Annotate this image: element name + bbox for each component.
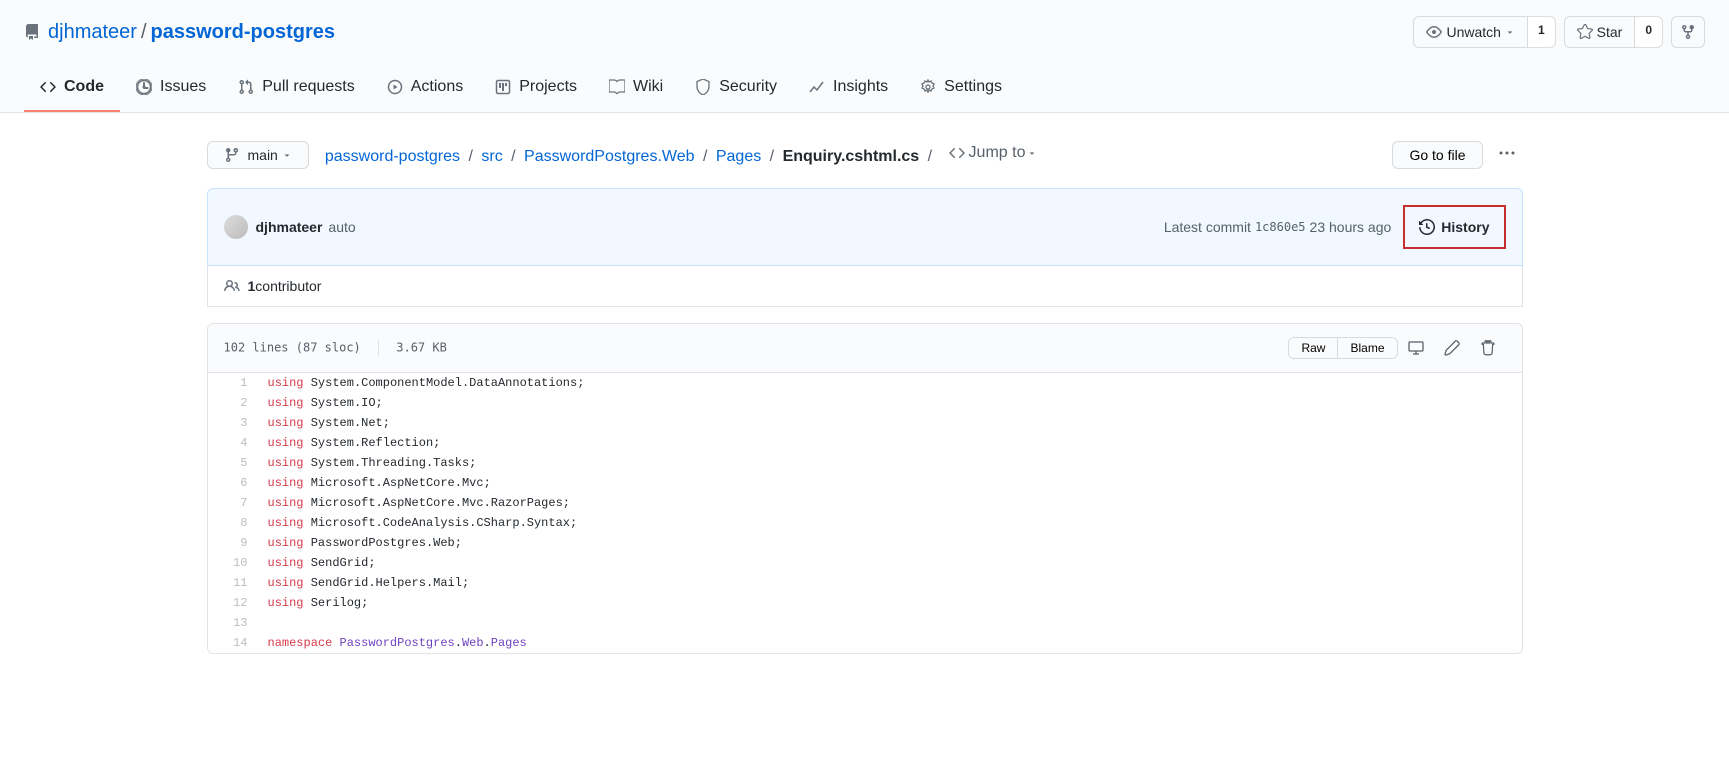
- file-box: 102 lines (87 sloc) 3.67 KB Raw Blame 1u…: [207, 323, 1523, 654]
- code-table: 1using System.ComponentModel.DataAnnotat…: [208, 373, 1522, 653]
- commit-box: djhmateer auto Latest commit 1c860e5 23 …: [207, 188, 1523, 266]
- code-line: 9using PasswordPostgres.Web;: [208, 533, 1522, 553]
- desktop-icon[interactable]: [1398, 334, 1434, 362]
- code-line: 14namespace PasswordPostgres.Web.Pages: [208, 633, 1522, 653]
- delete-icon[interactable]: [1470, 334, 1506, 362]
- commit-message[interactable]: auto: [328, 219, 355, 235]
- code-line: 1using System.ComponentModel.DataAnnotat…: [208, 373, 1522, 393]
- code-line: 7using Microsoft.AspNetCore.Mvc.RazorPag…: [208, 493, 1522, 513]
- tab-insights[interactable]: Insights: [793, 64, 904, 112]
- branch-select[interactable]: main: [207, 141, 309, 169]
- code-content: using Microsoft.AspNetCore.Mvc;: [258, 473, 1522, 493]
- file-size: 3.67 KB: [396, 341, 447, 355]
- code-line: 11using SendGrid.Helpers.Mail;: [208, 573, 1522, 593]
- breadcrumb-p1[interactable]: src: [481, 148, 502, 165]
- raw-button[interactable]: Raw: [1289, 338, 1338, 358]
- watchers-count[interactable]: 1: [1528, 16, 1556, 48]
- repo-nav: Code Issues Pull requests Actions Projec…: [24, 64, 1705, 112]
- line-number[interactable]: 14: [208, 633, 258, 653]
- code-line: 4using System.Reflection;: [208, 433, 1522, 453]
- line-number[interactable]: 9: [208, 533, 258, 553]
- line-number[interactable]: 5: [208, 453, 258, 473]
- jump-to[interactable]: Jump to: [949, 144, 1042, 162]
- repo-actions: Unwatch 1 Star 0: [1413, 16, 1705, 48]
- avatar[interactable]: [224, 215, 248, 239]
- code-content: using System.ComponentModel.DataAnnotati…: [258, 373, 1522, 393]
- breadcrumb-root[interactable]: password-postgres: [325, 148, 460, 165]
- line-number[interactable]: 11: [208, 573, 258, 593]
- code-content: using System.Net;: [258, 413, 1522, 433]
- code-content: using SendGrid;: [258, 553, 1522, 573]
- breadcrumb-p2[interactable]: PasswordPostgres.Web: [524, 148, 694, 165]
- line-number[interactable]: 4: [208, 433, 258, 453]
- stargazers-count[interactable]: 0: [1635, 16, 1663, 48]
- repo-owner-link[interactable]: djhmateer: [48, 21, 137, 44]
- line-number[interactable]: 3: [208, 413, 258, 433]
- commit-time: 23 hours ago: [1310, 219, 1392, 235]
- code-line: 2using System.IO;: [208, 393, 1522, 413]
- code-line: 12using Serilog;: [208, 593, 1522, 613]
- goto-file-button[interactable]: Go to file: [1392, 141, 1482, 169]
- code-line: 13: [208, 613, 1522, 633]
- code-content: using Microsoft.AspNetCore.Mvc.RazorPage…: [258, 493, 1522, 513]
- code-line: 8using Microsoft.CodeAnalysis.CSharp.Syn…: [208, 513, 1522, 533]
- tab-pulls[interactable]: Pull requests: [222, 64, 371, 112]
- commit-hash[interactable]: 1c860e5: [1255, 220, 1306, 234]
- line-number[interactable]: 13: [208, 613, 258, 633]
- fork-button[interactable]: [1671, 16, 1705, 48]
- line-number[interactable]: 2: [208, 393, 258, 413]
- repo-icon: [24, 24, 40, 40]
- breadcrumb-p3[interactable]: Pages: [716, 148, 761, 165]
- latest-commit-label: Latest commit: [1164, 219, 1251, 235]
- code-content: using Microsoft.CodeAnalysis.CSharp.Synt…: [258, 513, 1522, 533]
- contributor-label: contributor: [255, 278, 321, 294]
- tab-settings[interactable]: Settings: [904, 64, 1018, 112]
- code-content: using SendGrid.Helpers.Mail;: [258, 573, 1522, 593]
- breadcrumb-file: Enquiry.cshtml.cs: [783, 148, 920, 165]
- code-line: 5using System.Threading.Tasks;: [208, 453, 1522, 473]
- code-content: using PasswordPostgres.Web;: [258, 533, 1522, 553]
- contributor-count: 1: [248, 278, 256, 294]
- tab-actions[interactable]: Actions: [371, 64, 479, 112]
- code-content: using System.Reflection;: [258, 433, 1522, 453]
- breadcrumb: password-postgres / src / PasswordPostgr…: [325, 144, 1042, 166]
- code-content: using Serilog;: [258, 593, 1522, 613]
- code-line: 6using Microsoft.AspNetCore.Mvc;: [208, 473, 1522, 493]
- file-info: 102 lines (87 sloc) 3.67 KB: [224, 339, 447, 357]
- code-line: 10using SendGrid;: [208, 553, 1522, 573]
- file-lines: 102 lines (87 sloc): [224, 341, 361, 355]
- tab-issues[interactable]: Issues: [120, 64, 222, 112]
- edit-icon[interactable]: [1434, 334, 1470, 362]
- commit-author[interactable]: djhmateer: [256, 219, 323, 235]
- line-number[interactable]: 6: [208, 473, 258, 493]
- repo-name-link[interactable]: password-postgres: [151, 21, 335, 44]
- line-number[interactable]: 7: [208, 493, 258, 513]
- blame-button[interactable]: Blame: [1338, 338, 1396, 358]
- repo-header: djhmateer / password-postgres Unwatch 1 …: [0, 0, 1729, 113]
- code-content: [258, 613, 1522, 633]
- tab-security[interactable]: Security: [679, 64, 793, 112]
- tab-projects[interactable]: Projects: [479, 64, 593, 112]
- code-content: using System.Threading.Tasks;: [258, 453, 1522, 473]
- star-button[interactable]: Star: [1564, 16, 1636, 48]
- line-number[interactable]: 1: [208, 373, 258, 393]
- line-number[interactable]: 10: [208, 553, 258, 573]
- code-line: 3using System.Net;: [208, 413, 1522, 433]
- code-content: namespace PasswordPostgres.Web.Pages: [258, 633, 1522, 653]
- contributors-box: 1 contributor: [207, 266, 1523, 307]
- line-number[interactable]: 8: [208, 513, 258, 533]
- tab-wiki[interactable]: Wiki: [593, 64, 679, 112]
- history-link[interactable]: History: [1403, 205, 1505, 249]
- tab-code[interactable]: Code: [24, 64, 120, 112]
- line-number[interactable]: 12: [208, 593, 258, 613]
- unwatch-button[interactable]: Unwatch: [1413, 16, 1527, 48]
- code-content: using System.IO;: [258, 393, 1522, 413]
- repo-title: djhmateer / password-postgres: [24, 21, 335, 44]
- more-options[interactable]: [1491, 137, 1523, 172]
